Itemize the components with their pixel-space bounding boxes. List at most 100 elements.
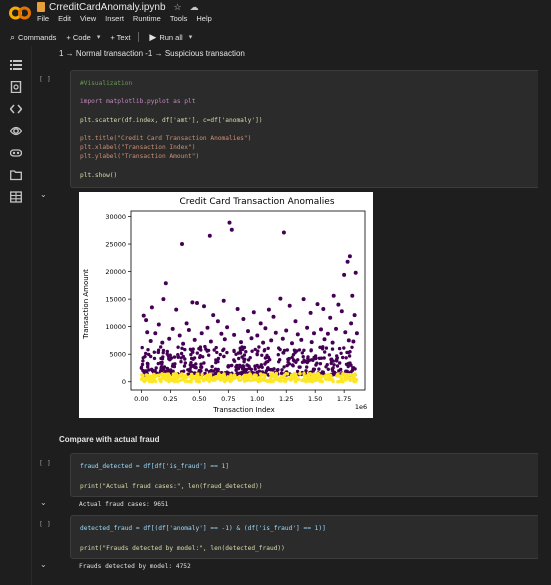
anomaly-point [292, 348, 297, 352]
x-tick-label: 0.75 [221, 395, 235, 403]
chevron-down-icon[interactable]: ⌄ [40, 560, 47, 569]
x-tick-label: 1.25 [279, 395, 293, 403]
menu-view[interactable]: View [80, 14, 96, 23]
menu-help[interactable]: Help [196, 14, 211, 23]
anomaly-point [301, 297, 306, 302]
code-cell-fraud-detected[interactable]: fraud_detected = df[df['is_fraud'] == 1]… [70, 453, 551, 497]
y-tick-label: 15000 [105, 295, 126, 303]
normal-point [237, 378, 241, 382]
code-cell-detected-fraud[interactable]: detected_fraud = df[(df['anomaly'] == -1… [70, 515, 551, 559]
anomaly-point [348, 361, 352, 365]
scrollbar[interactable] [538, 46, 551, 585]
anomaly-point [351, 366, 356, 370]
run-all-button[interactable]: ▶ Run all ▾ [149, 32, 192, 43]
chevron-down-icon[interactable]: ⌄ [40, 190, 47, 199]
anomaly-point [225, 325, 230, 330]
anomaly-point [338, 361, 342, 365]
anomaly-point [238, 348, 243, 352]
anomaly-point [199, 365, 203, 369]
anomaly-point [323, 350, 327, 354]
anomaly-point [341, 355, 345, 360]
secrets-key-icon[interactable] [10, 147, 22, 159]
anomaly-point [305, 359, 309, 364]
anomaly-point [315, 302, 320, 307]
anomaly-point [240, 355, 244, 359]
find-icon[interactable] [10, 81, 22, 93]
anomaly-point [343, 330, 348, 335]
data-table-icon[interactable] [10, 191, 22, 203]
chevron-down-icon[interactable]: ▾ [97, 33, 101, 41]
normal-point [284, 371, 288, 376]
anomaly-point [161, 348, 166, 353]
star-icon[interactable]: ☆ [174, 2, 182, 13]
anomaly-point [260, 353, 264, 357]
anomaly-point [352, 313, 357, 318]
normal-point [329, 374, 333, 378]
cell-run-button[interactable]: [ ] [39, 459, 51, 467]
anomaly-point [206, 348, 211, 353]
add-code-button[interactable]: + Code ▾ [66, 33, 100, 42]
anomaly-point [202, 361, 206, 365]
anomaly-point [311, 358, 315, 362]
anomaly-point [331, 293, 336, 298]
markdown-legend-text: 1 → Normal transaction -1 → Suspicious t… [59, 49, 245, 58]
anomaly-point [318, 362, 323, 366]
anomaly-point [247, 364, 251, 369]
normal-point [153, 374, 158, 379]
scatter-chart: Credit Card Transaction Anomalies Transa… [82, 197, 367, 414]
anomaly-point [243, 368, 247, 373]
normal-point [217, 376, 221, 381]
anomaly-point [186, 328, 191, 332]
variables-icon[interactable] [10, 125, 22, 137]
table-of-contents-icon[interactable] [10, 59, 22, 71]
anomaly-point [324, 346, 329, 350]
normal-point [143, 377, 147, 381]
menu-tools[interactable]: Tools [170, 14, 188, 23]
anomaly-point [296, 358, 300, 362]
anomaly-point [174, 307, 179, 312]
normal-point [324, 377, 328, 381]
y-tick-label: 25000 [105, 240, 126, 248]
menu-file[interactable]: File [37, 14, 49, 23]
anomaly-point [305, 325, 310, 330]
chevron-down-icon[interactable]: ⌄ [40, 498, 47, 507]
code-snippets-icon[interactable] [10, 103, 22, 115]
anomaly-point [159, 365, 164, 369]
anomaly-point [165, 352, 169, 356]
anomaly-point [342, 346, 346, 350]
files-folder-icon[interactable] [10, 169, 22, 181]
notebook-name[interactable]: CrreditCardAnomaly.ipynb [49, 2, 166, 13]
code-cell-visualization[interactable]: #Visualization import matplotlib.pyplot … [70, 70, 551, 188]
anomaly-point [219, 331, 224, 336]
anomaly-point [156, 350, 160, 354]
anomaly-point [238, 351, 243, 355]
anomaly-point [305, 365, 309, 369]
anomaly-point [195, 351, 199, 355]
anomaly-point [232, 348, 236, 353]
menu-insert[interactable]: Insert [105, 14, 124, 23]
colab-logo-icon[interactable] [9, 6, 31, 20]
anomaly-point [248, 356, 252, 360]
anomaly-point [278, 296, 283, 301]
normal-point [212, 375, 216, 380]
normal-point [224, 377, 228, 381]
cell-run-button[interactable]: [ ] [39, 520, 51, 528]
chevron-down-icon[interactable]: ▾ [189, 33, 193, 41]
code-line: plt.xlabel("Transaction Index") [80, 144, 196, 151]
menu-edit[interactable]: Edit [58, 14, 71, 23]
menu-runtime[interactable]: Runtime [133, 14, 161, 23]
scatter-plot-output: Credit Card Transaction Anomalies Transa… [79, 192, 373, 418]
commands-button[interactable]: ⌕ Commands [10, 32, 56, 43]
cell-run-button[interactable]: [ ] [39, 75, 51, 83]
normal-point [247, 375, 251, 379]
anomaly-point [345, 350, 349, 355]
add-text-button[interactable]: + Text [110, 33, 130, 42]
anomaly-point [257, 345, 261, 349]
anomaly-point [276, 353, 280, 357]
anomaly-point [325, 331, 330, 336]
cloud-icon[interactable]: ☁ [190, 2, 199, 13]
anomaly-point [227, 220, 232, 225]
anomaly-point [195, 301, 199, 305]
anomaly-point [335, 356, 339, 360]
normal-point [172, 377, 177, 381]
